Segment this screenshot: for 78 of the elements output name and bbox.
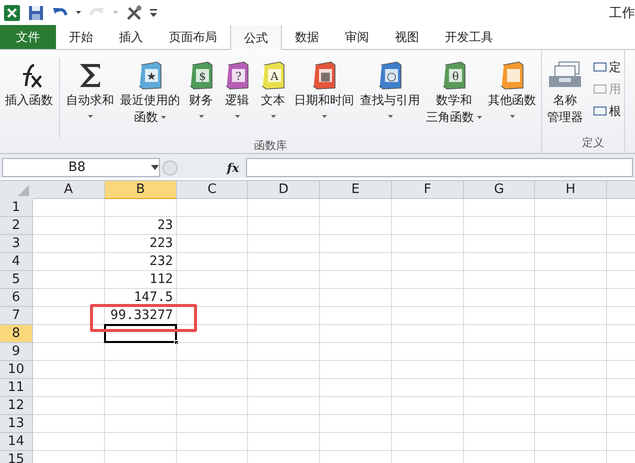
- group-label: 定义: [581, 135, 605, 151]
- row-header[interactable]: 3: [0, 235, 33, 253]
- column-header[interactable]: A: [33, 181, 105, 199]
- column-header[interactable]: [607, 181, 635, 199]
- row-header[interactable]: 14: [0, 433, 33, 451]
- ribbon-button[interactable]: ○ 查找与引用: [358, 58, 422, 118]
- row-header[interactable]: 4: [0, 253, 33, 271]
- spreadsheet-cell[interactable]: 23: [105, 217, 177, 235]
- caret-icon[interactable]: [388, 115, 392, 118]
- caret-icon[interactable]: [270, 115, 276, 118]
- caret-icon[interactable]: [234, 115, 240, 118]
- row-header[interactable]: 8: [0, 325, 33, 343]
- caret-icon[interactable]: [76, 10, 81, 14]
- column-header[interactable]: G: [464, 181, 535, 199]
- caret-icon[interactable]: [322, 115, 326, 118]
- small-command-icon[interactable]: [593, 61, 607, 73]
- spreadsheet-cell[interactable]: 147.5: [105, 289, 177, 307]
- dropdown-icon[interactable]: [151, 165, 159, 170]
- formula-input-field[interactable]: [246, 158, 633, 177]
- ribbon-tab[interactable]: 开始: [56, 24, 106, 49]
- tools-icon[interactable]: [126, 4, 142, 20]
- row-header[interactable]: 2: [0, 217, 33, 235]
- spreadsheet-cell[interactable]: 232: [105, 253, 177, 271]
- spreadsheet-cell[interactable]: 99.33277: [105, 307, 177, 325]
- column-header[interactable]: F: [392, 181, 464, 199]
- ribbon-button[interactable]: θ 数学和 三角函数: [424, 58, 484, 126]
- fill-handle[interactable]: [174, 340, 179, 345]
- ribbon-button[interactable]: 名称 管理器: [545, 58, 585, 126]
- row-header[interactable]: 1: [0, 199, 33, 217]
- row-header[interactable]: 9: [0, 343, 33, 361]
- ribbon-button[interactable]: $ 财务: [184, 58, 218, 118]
- spreadsheet-cell[interactable]: 223: [105, 235, 177, 253]
- row-header[interactable]: 12: [0, 397, 33, 415]
- ribbon-button[interactable]: ▦ 日期和时间: [292, 58, 356, 118]
- ribbon-button[interactable]: A 文本: [256, 58, 290, 118]
- row-header[interactable]: 15: [0, 451, 33, 463]
- group-label: 函数库: [253, 138, 288, 153]
- ribbon-button[interactable]: 其他函数: [486, 58, 538, 118]
- row-header[interactable]: 10: [0, 361, 33, 379]
- ribbon-tab[interactable]: 插入: [106, 24, 156, 49]
- ribbon-small-button[interactable]: 定: [593, 58, 621, 76]
- name-box[interactable]: B8: [2, 158, 160, 177]
- column-header[interactable]: H: [535, 181, 607, 199]
- row-header[interactable]: 11: [0, 379, 33, 397]
- column-header[interactable]: C: [177, 181, 248, 199]
- ribbon-small-button[interactable]: 根: [593, 102, 621, 120]
- caret-icon[interactable]: [477, 116, 482, 119]
- excel-logo-icon[interactable]: [4, 4, 20, 20]
- ribbon-tab[interactable]: 数据: [282, 24, 332, 49]
- ribbon-tab[interactable]: 页面布局: [156, 24, 230, 49]
- ribbon-tab[interactable]: 开发工具: [432, 24, 506, 49]
- column-header[interactable]: E: [320, 181, 392, 199]
- customize-menu-icon[interactable]: [150, 8, 157, 16]
- caret-icon[interactable]: [198, 115, 204, 118]
- caret-icon[interactable]: [88, 115, 92, 118]
- row-header[interactable]: 5: [0, 271, 33, 289]
- ribbon-button[interactable]: ? 逻辑: [220, 58, 254, 118]
- ribbon-tab[interactable]: 审阅: [332, 24, 382, 49]
- card-file-icon[interactable]: [547, 60, 583, 90]
- ribbon-tab[interactable]: 公式: [230, 24, 282, 50]
- save-icon[interactable]: [28, 4, 44, 20]
- ribbon-button[interactable]: 插入函数: [3, 58, 55, 109]
- ribbon-button[interactable]: 自动求和: [64, 58, 116, 118]
- row-header[interactable]: 7: [0, 307, 33, 325]
- ribbon-tab[interactable]: 文件: [0, 24, 56, 49]
- caret-icon[interactable]: [161, 116, 166, 119]
- insert-function-button[interactable]: fx: [222, 158, 244, 176]
- row-header[interactable]: 13: [0, 415, 33, 433]
- ribbon-tab[interactable]: 视图: [382, 24, 432, 49]
- ribbon-button[interactable]: ★ 最近使用的 函数: [118, 58, 182, 126]
- column-header[interactable]: B: [105, 181, 177, 199]
- splitter-handle-icon[interactable]: [162, 160, 178, 176]
- row-header[interactable]: 6: [0, 289, 33, 307]
- caret-icon[interactable]: [510, 115, 514, 118]
- window-title: 工作: [609, 5, 635, 23]
- spreadsheet-cell[interactable]: 112: [105, 271, 177, 289]
- column-header[interactable]: D: [248, 181, 320, 199]
- small-command-icon[interactable]: [593, 105, 607, 117]
